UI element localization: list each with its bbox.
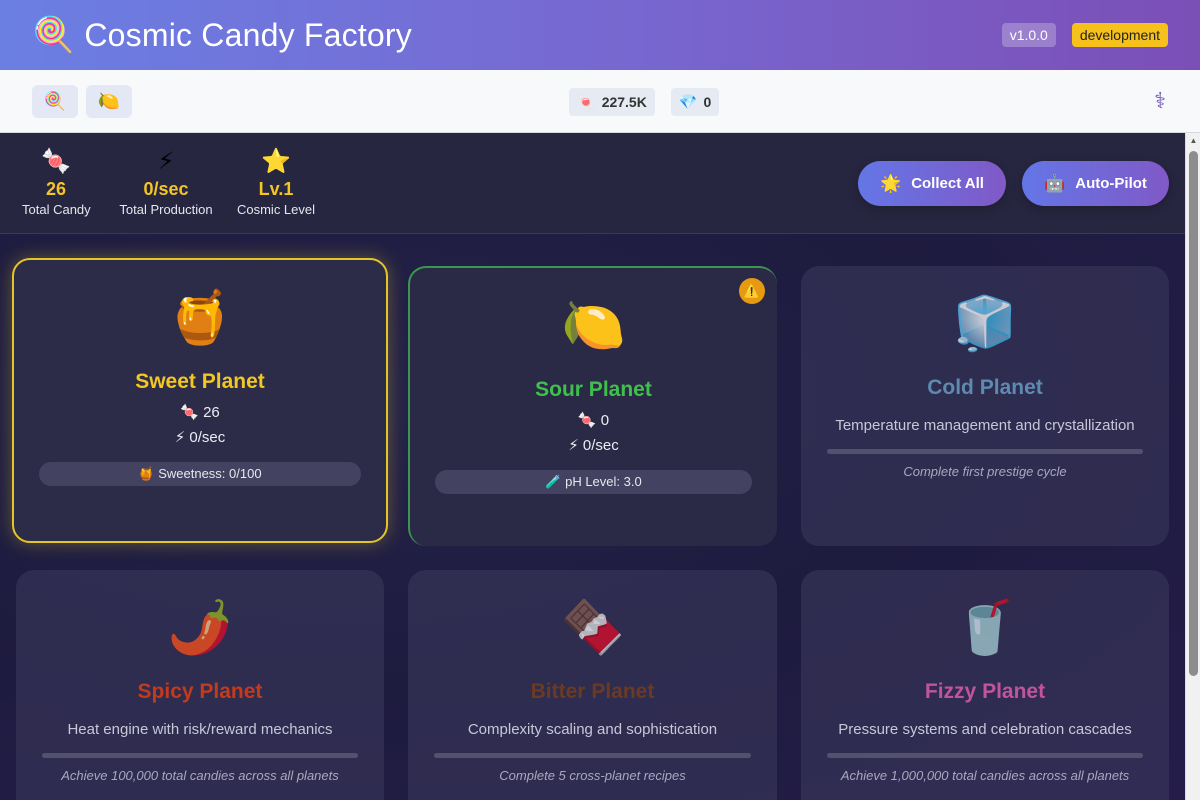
gem-currency-value: 0 xyxy=(703,94,712,110)
stat-label: Cosmic Level xyxy=(236,202,316,217)
planet-candy-count: 🍬 0 xyxy=(577,412,610,429)
planet-name: Sour Planet xyxy=(535,378,652,401)
unlock-progress-bar xyxy=(827,449,1143,454)
planet-description: Temperature management and crystallizati… xyxy=(835,417,1135,434)
planet-card-bitter[interactable]: 🍫 Bitter Planet Complexity scaling and s… xyxy=(408,570,777,800)
stat-value: Lv.1 xyxy=(258,179,294,199)
stats-bar: 🍬 26 Total Candy ⚡ 0/sec Total Productio… xyxy=(0,133,1185,234)
sweetness-meter: 🍯 Sweetness: 0/100 xyxy=(39,462,361,486)
lollipop-icon: 🍭 xyxy=(43,90,67,111)
ph-level-meter: 🧪 pH Level: 3.0 xyxy=(435,470,752,494)
planet-name: Cold Planet xyxy=(927,376,1043,399)
planet-card-fizzy[interactable]: 🥤 Fizzy Planet Pressure systems and cele… xyxy=(801,570,1169,800)
glowing-star-icon: 🌟 xyxy=(880,173,902,193)
unlock-requirement: Achieve 1,000,000 total candies across a… xyxy=(840,768,1130,783)
ice-cube-icon: 🧊 xyxy=(952,295,1018,353)
star-icon: ⭐ xyxy=(261,148,291,175)
candy-currency: 🍬 227.5K xyxy=(569,88,655,116)
scroll-up-arrow-icon[interactable]: ▲ xyxy=(1186,133,1200,148)
stat-total-production: ⚡ 0/sec Total Production xyxy=(118,147,214,217)
planet-production-rate: ⚡ 0/sec xyxy=(174,429,226,446)
app-header: 🍭 Cosmic Candy Factory v1.0.0 developmen… xyxy=(0,0,1200,70)
collect-all-button[interactable]: 🌟 Collect All xyxy=(858,161,1006,206)
lemon-icon: 🍋 xyxy=(561,297,626,355)
planet-tab-sour[interactable]: 🍋 xyxy=(86,84,132,118)
unlock-progress-bar xyxy=(434,753,751,758)
planet-card-sweet[interactable]: 🍯 Sweet Planet 🍬 26 ⚡ 0/sec 🍯 Sweetness:… xyxy=(12,258,388,543)
collect-all-label: Collect All xyxy=(911,175,984,192)
auto-pilot-button[interactable]: 🤖 Auto-Pilot xyxy=(1022,161,1169,206)
candy-icon: 🍬 xyxy=(41,148,71,175)
planet-name: Sweet Planet xyxy=(135,370,265,393)
caduceus-icon[interactable]: ⚕ xyxy=(1154,88,1166,114)
gem-icon: 💎 xyxy=(678,94,698,111)
unlock-progress-bar xyxy=(827,753,1143,758)
stat-value: 0/sec xyxy=(143,179,189,199)
planet-card-spicy[interactable]: 🌶️ Spicy Planet Heat engine with risk/re… xyxy=(16,570,384,800)
planet-description: Heat engine with risk/reward mechanics xyxy=(67,721,333,738)
planet-name: Bitter Planet xyxy=(530,680,655,703)
planet-description: Complexity scaling and sophistication xyxy=(467,721,718,738)
currency-display: 🍬 227.5K 💎 0 xyxy=(569,88,720,116)
version-badge: v1.0.0 xyxy=(1001,23,1056,47)
header-badges: v1.0.0 development xyxy=(1001,23,1168,47)
planet-description: Pressure systems and celebration cascade… xyxy=(838,721,1132,738)
auto-pilot-label: Auto-Pilot xyxy=(1075,175,1147,192)
unlock-requirement: Complete first prestige cycle xyxy=(903,464,1067,479)
planet-tabs: 🍭 🍋 xyxy=(32,84,132,118)
candy-currency-value: 227.5K xyxy=(601,94,647,110)
stat-cosmic-level: ⭐ Lv.1 Cosmic Level xyxy=(236,147,316,217)
lollipop-logo-icon: 🍭 xyxy=(32,16,75,54)
app-title: Cosmic Candy Factory xyxy=(84,16,412,53)
chocolate-bar-icon: 🍫 xyxy=(560,599,625,657)
stat-label: Total Candy xyxy=(22,202,91,217)
planet-candy-count: 🍬 26 xyxy=(180,404,220,421)
honey-pot-icon: 🍯 xyxy=(167,289,233,347)
soda-cup-icon: 🥤 xyxy=(952,599,1018,657)
chili-pepper-icon: 🌶️ xyxy=(167,599,233,657)
planet-tab-sweet[interactable]: 🍭 xyxy=(32,84,78,118)
planet-card-cold[interactable]: 🧊 Cold Planet Temperature management and… xyxy=(801,266,1169,546)
planet-production-rate: ⚡ 0/sec xyxy=(568,437,619,454)
planet-dashboard: 🍬 26 Total Candy ⚡ 0/sec Total Productio… xyxy=(0,133,1185,800)
lemon-icon: 🍋 xyxy=(97,90,121,111)
stat-value: 26 xyxy=(45,179,67,199)
robot-icon: 🤖 xyxy=(1044,173,1066,193)
candy-icon: 🍬 xyxy=(577,94,596,111)
warning-icon[interactable]: ⚠️ xyxy=(739,278,765,304)
planet-card-sour[interactable]: ⚠️ 🍋 Sour Planet 🍬 0 ⚡ 0/sec 🧪 pH Level:… xyxy=(408,266,777,546)
unlock-requirement: Complete 5 cross-planet recipes xyxy=(499,768,686,783)
scroll-thumb[interactable] xyxy=(1189,151,1198,676)
stat-total-candy: 🍬 26 Total Candy xyxy=(22,147,91,217)
environment-badge: development xyxy=(1071,23,1168,47)
toolbar: 🍭 🍋 🍬 227.5K 💎 0 ⚕ xyxy=(0,70,1200,133)
unlock-progress-bar xyxy=(42,753,358,758)
planet-name: Fizzy Planet xyxy=(924,680,1046,703)
lightning-icon: ⚡ xyxy=(157,148,175,175)
vertical-scrollbar[interactable]: ▲ xyxy=(1185,133,1200,800)
stat-label: Total Production xyxy=(119,202,213,217)
planet-name: Spicy Planet xyxy=(137,680,263,703)
unlock-requirement: Achieve 100,000 total candies across all… xyxy=(61,768,339,783)
gem-currency: 💎 0 xyxy=(670,88,720,116)
